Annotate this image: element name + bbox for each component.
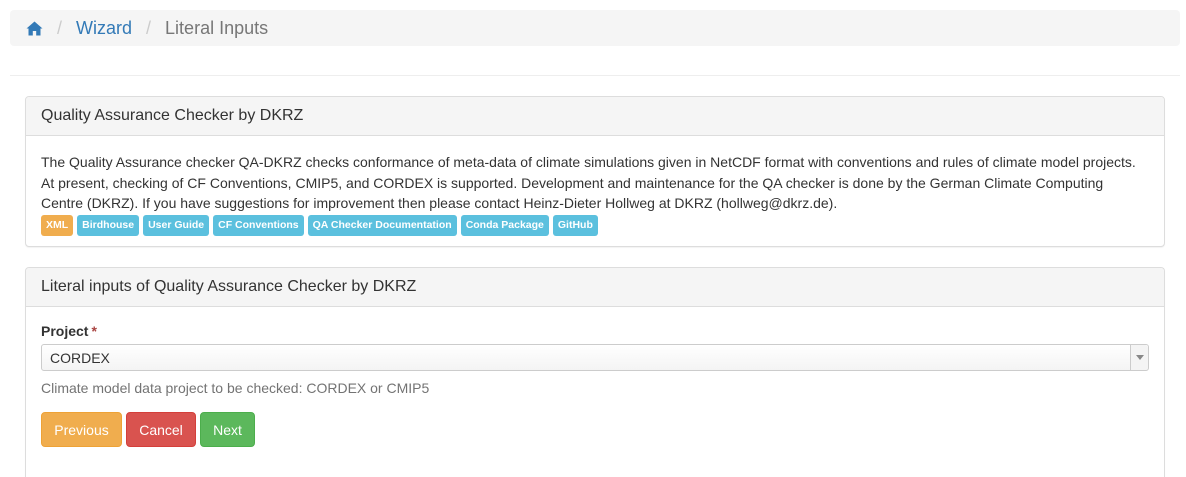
process-panel-title: Quality Assurance Checker by DKRZ	[26, 97, 1164, 136]
inputs-panel-title: Literal inputs of Quality Assurance Chec…	[26, 268, 1164, 307]
process-info-panel: Quality Assurance Checker by DKRZ The Qu…	[25, 96, 1165, 247]
project-select-value: CORDEX	[50, 349, 110, 366]
breadcrumb-separator: /	[57, 17, 63, 38]
process-description: The Quality Assurance checker QA-DKRZ ch…	[41, 154, 1136, 211]
home-icon[interactable]	[26, 21, 43, 36]
conda-package-label-link[interactable]: Conda Package	[460, 214, 549, 236]
literal-inputs-panel: Literal inputs of Quality Assurance Chec…	[25, 267, 1165, 477]
project-field-label: Project *	[41, 323, 1149, 339]
qa-docs-label-link[interactable]: QA Checker Documentation	[307, 214, 457, 236]
project-label-text: Project	[41, 323, 89, 339]
birdhouse-label-link[interactable]: Birdhouse	[77, 214, 140, 236]
link-labels: XML Birdhouse User Guide CF Conventions …	[41, 214, 1149, 236]
breadcrumb-separator: /	[146, 17, 152, 38]
divider	[10, 75, 1180, 76]
project-select[interactable]: CORDEX	[41, 344, 1149, 371]
breadcrumb-link-wizard[interactable]: Wizard	[76, 18, 132, 39]
github-label-link[interactable]: GitHub	[552, 214, 598, 236]
cf-conventions-label-link[interactable]: CF Conventions	[213, 214, 304, 236]
wizard-buttons: Previous Cancel Next	[41, 412, 1149, 447]
previous-button[interactable]: Previous	[41, 412, 122, 447]
next-button[interactable]: Next	[200, 412, 255, 447]
required-marker: *	[91, 323, 97, 339]
cancel-button[interactable]: Cancel	[126, 412, 196, 447]
project-help-text: Climate model data project to be checked…	[41, 380, 430, 396]
user-guide-label-link[interactable]: User Guide	[143, 214, 210, 236]
xml-label-link[interactable]: XML	[41, 214, 74, 236]
breadcrumb: / Wizard / Literal Inputs	[10, 10, 1180, 46]
breadcrumb-current: Literal Inputs	[165, 17, 269, 38]
chevron-down-icon[interactable]	[1130, 345, 1148, 370]
